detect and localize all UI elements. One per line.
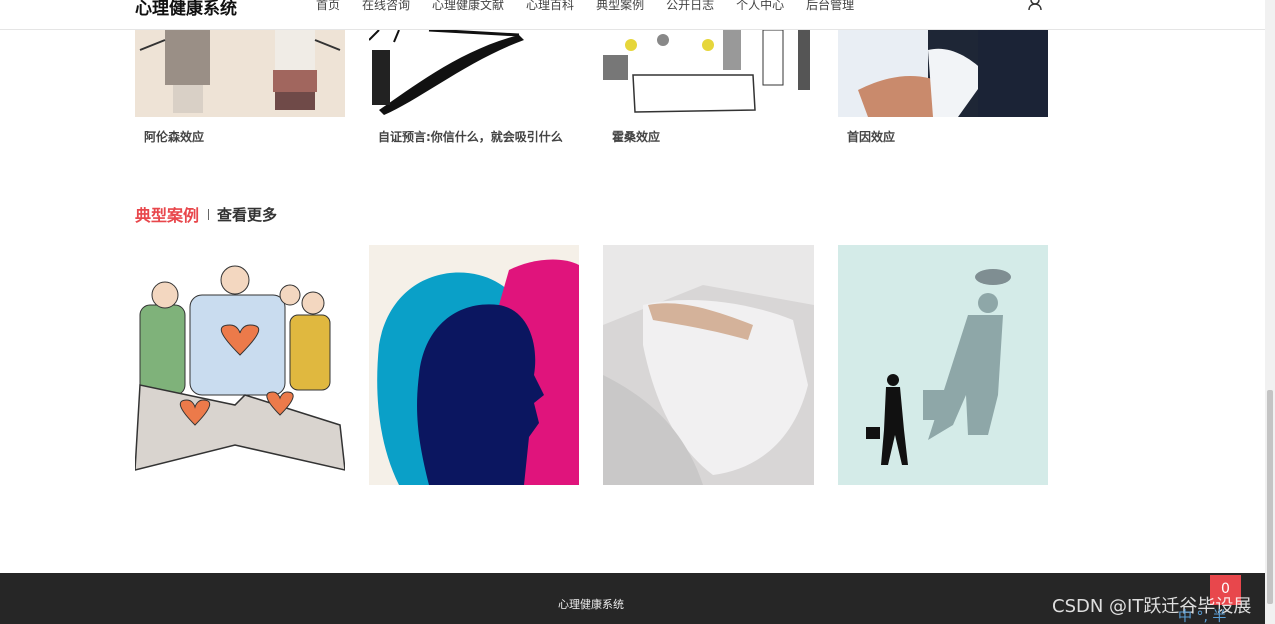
silhouette-sketch-image[interactable]	[368, 28, 579, 117]
scrollbar-thumb[interactable]	[1267, 390, 1273, 604]
nav-item-admin[interactable]: 后台管理	[806, 0, 854, 13]
nav-item-home[interactable]: 首页	[316, 0, 340, 13]
top-navbar: 心理健康系统 首页 在线咨询 心理健康文献 心理百科 典型案例 公开日志 个人中…	[0, 0, 1265, 30]
effect-card[interactable]: 霍桑效应	[603, 29, 813, 144]
handshake-photo-image[interactable]	[838, 30, 1048, 117]
shadow-businessman-illustration[interactable]	[838, 245, 1048, 485]
nav-item-logs[interactable]: 公开日志	[666, 0, 714, 13]
brand-title[interactable]: 心理健康系统	[135, 0, 237, 19]
pillow-photo[interactable]	[603, 245, 814, 485]
effect-card[interactable]: 首因效应	[838, 30, 1048, 144]
effect-card[interactable]: 自证预言:你信什么，就会吸引什么	[368, 28, 579, 144]
nav-item-encyclopedia[interactable]: 心理百科	[526, 0, 574, 13]
effect-title[interactable]: 自证预言:你信什么，就会吸引什么	[369, 121, 579, 144]
user-icon[interactable]	[1027, 0, 1043, 10]
effect-card[interactable]: 阿伦森效应	[135, 30, 345, 144]
nav-item-cases[interactable]: 典型案例	[596, 0, 644, 13]
face-profiles-illustration[interactable]	[369, 245, 579, 485]
section-header: 典型案例 查看更多	[135, 202, 277, 226]
footer-text: 心理健康系统	[558, 598, 624, 611]
family-hearts-illustration[interactable]	[135, 245, 345, 485]
ime-toolbar[interactable]: 中 °, 半	[1178, 606, 1268, 624]
effect-title[interactable]: 阿伦森效应	[135, 121, 345, 144]
nav-item-consult[interactable]: 在线咨询	[362, 0, 410, 13]
divider	[208, 208, 210, 220]
effect-title[interactable]: 首因效应	[838, 121, 1048, 144]
section-title: 典型案例	[135, 206, 200, 225]
effect-title[interactable]: 霍桑效应	[603, 121, 813, 144]
page: 心理健康系统 首页 在线咨询 心理健康文献 心理百科 典型案例 公开日志 个人中…	[0, 0, 1275, 624]
nav-menu: 首页 在线咨询 心理健康文献 心理百科 典型案例 公开日志 个人中心 后台管理	[316, 0, 876, 13]
workers-sketch-image[interactable]	[603, 29, 813, 117]
view-more-link[interactable]: 查看更多	[217, 204, 277, 225]
nav-item-profile[interactable]: 个人中心	[736, 0, 784, 13]
cartoon-couple-image[interactable]	[135, 30, 345, 117]
nav-item-literature[interactable]: 心理健康文献	[432, 0, 504, 13]
